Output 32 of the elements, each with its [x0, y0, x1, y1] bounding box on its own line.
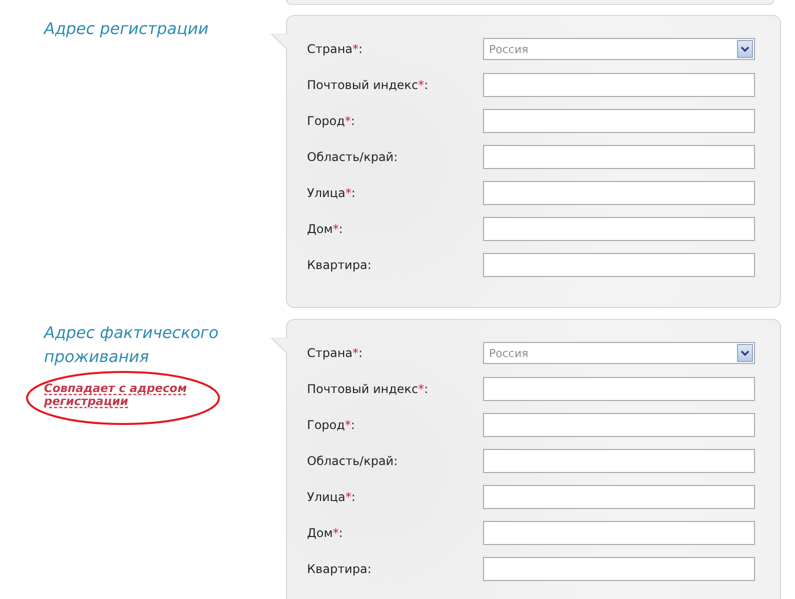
country-select[interactable]: Россия [483, 38, 755, 60]
section-title: Адрес фактического проживания [44, 322, 220, 368]
field-label: Область/край: [307, 454, 398, 468]
input-field[interactable] [483, 485, 755, 509]
input-field[interactable] [483, 253, 755, 277]
chevron-down-icon [737, 40, 753, 58]
field-label: Почтовый индекс*: [307, 382, 428, 396]
input-field[interactable] [483, 521, 755, 545]
input-field[interactable] [483, 145, 755, 169]
input-field[interactable] [483, 413, 755, 437]
field-label: Квартира: [307, 258, 372, 272]
input-field[interactable] [483, 377, 755, 401]
input-field[interactable] [483, 109, 755, 133]
field-label: Дом*: [307, 526, 343, 540]
chevron-down-icon [737, 344, 753, 362]
field-label: Квартира: [307, 562, 372, 576]
input-field[interactable] [483, 73, 755, 97]
input-field[interactable] [483, 217, 755, 241]
field-label: Город*: [307, 418, 355, 432]
field-label: Улица*: [307, 490, 356, 504]
input-field[interactable] [483, 557, 755, 581]
input-field[interactable] [483, 449, 755, 473]
field-label: Область/край: [307, 150, 398, 164]
field-label: Страна*: [307, 42, 363, 56]
input-field[interactable] [483, 181, 755, 205]
field-label: Почтовый индекс*: [307, 78, 428, 92]
section-title: Адрес регистрации [44, 18, 210, 40]
field-label: Страна*: [307, 346, 363, 360]
field-label: Дом*: [307, 222, 343, 236]
country-select[interactable]: Россия [483, 342, 755, 364]
field-label: Город*: [307, 114, 355, 128]
field-label: Улица*: [307, 186, 356, 200]
